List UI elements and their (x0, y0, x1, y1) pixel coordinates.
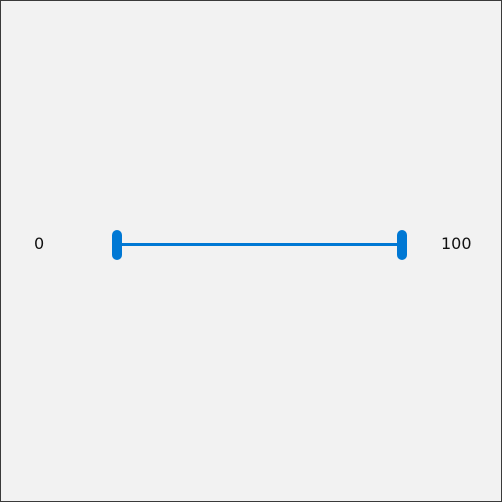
range-slider[interactable] (112, 227, 407, 263)
minimum-label: 0 (34, 234, 45, 253)
range-selector: 0 100 (1, 227, 501, 263)
selected-range-fill (117, 243, 402, 246)
lower-thumb[interactable] (112, 230, 122, 260)
upper-thumb[interactable] (397, 230, 407, 260)
range-selector-window: 0 100 (0, 0, 502, 502)
maximum-label: 100 (441, 234, 472, 253)
